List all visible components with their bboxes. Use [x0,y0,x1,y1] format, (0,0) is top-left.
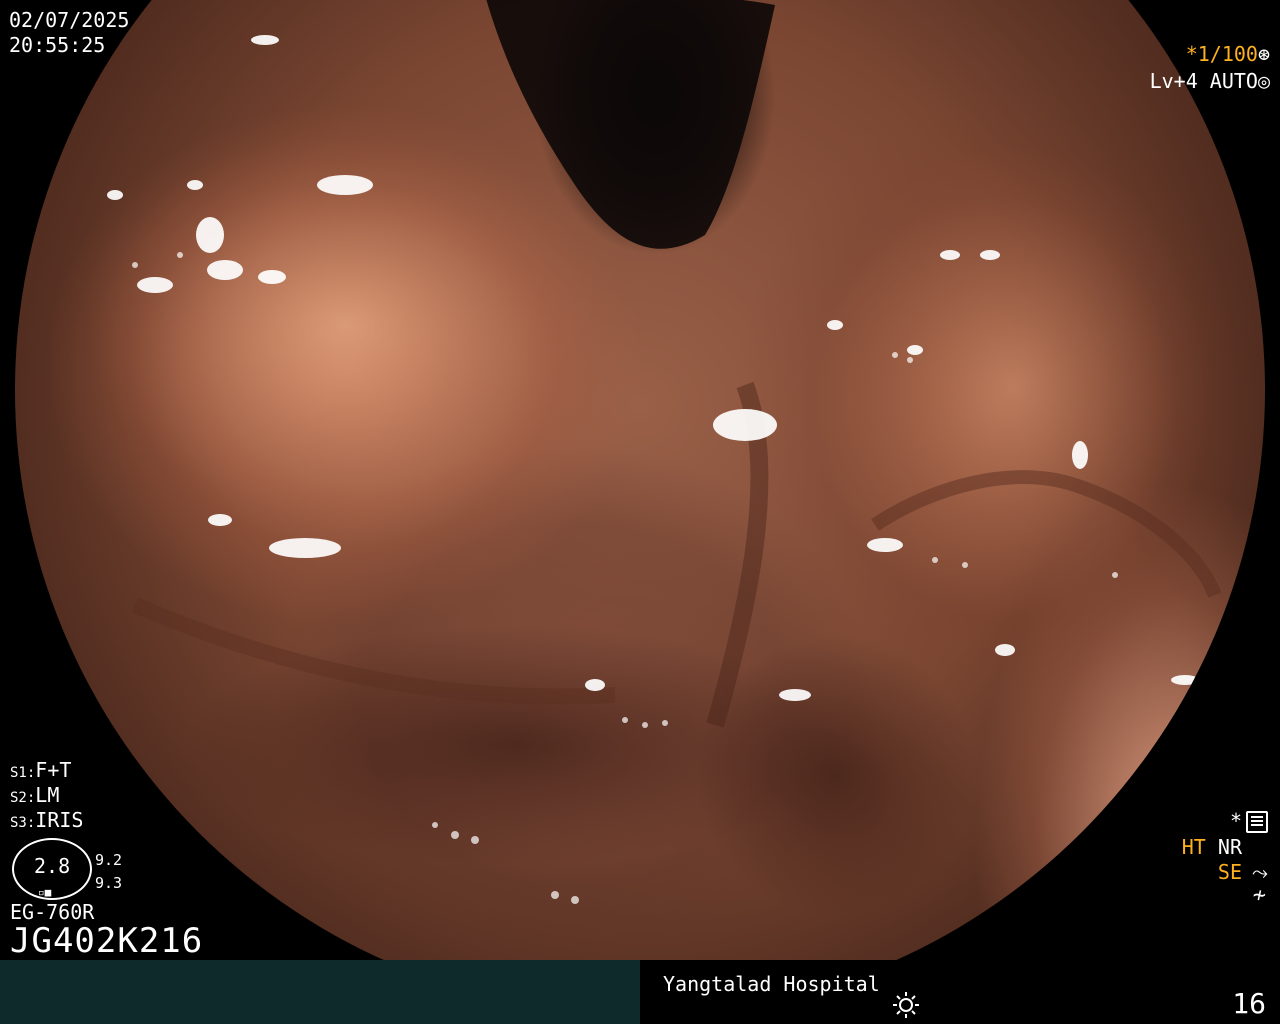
wave-icon: ≁ [1252,883,1266,908]
brightness-level: Lv+4 AUTO◎ [1150,69,1270,93]
zoom-value: 2.8 [34,854,71,878]
enhancement-curve-icon: ⤳ [1252,860,1268,884]
setting-key: S1: [10,765,36,781]
se-label: SE [1217,860,1242,884]
setting-value: F+T [35,758,72,782]
zoom-reading-a: 9.2 [95,851,123,869]
page-number: 16 [1232,987,1266,1020]
shutter-icon: ⊛ [1257,42,1270,66]
setting-s1: S1:F+T [10,758,71,785]
setting-value: IRIS [35,808,84,832]
endoscope-view [15,0,1265,1015]
iris-icon: ◎ [1257,69,1270,93]
ht-label: HT [1181,835,1206,859]
shutter-speed-value: *1/100 [1185,42,1258,66]
ht-nr-indicator: HT NR [1182,835,1242,859]
footer-left-panel [0,960,640,1024]
date-label: 02/07/2025 [9,8,130,32]
setting-s2: S2:LM [10,783,59,810]
settings-sliders-icon [1246,811,1268,833]
setting-s3: S3:IRIS [10,808,83,835]
brightness-level-value: Lv+4 AUTO [1149,69,1258,93]
mucosa-texture [85,0,1222,915]
setting-value: LM [35,783,60,807]
setting-key: S3: [10,815,36,831]
star-marker: * [1229,809,1242,833]
scope-serial: JG402K216 [10,921,204,961]
zoom-reading-b: 9.3 [95,874,123,892]
shutter-speed: *1/100⊛ [1186,42,1270,66]
nr-label: NR [1217,835,1242,859]
setting-key: S2: [10,790,36,806]
sun-icon [893,992,919,1018]
hospital-name: Yangtalad Hospital [663,972,880,996]
time-label: 20:55:25 [9,33,106,57]
